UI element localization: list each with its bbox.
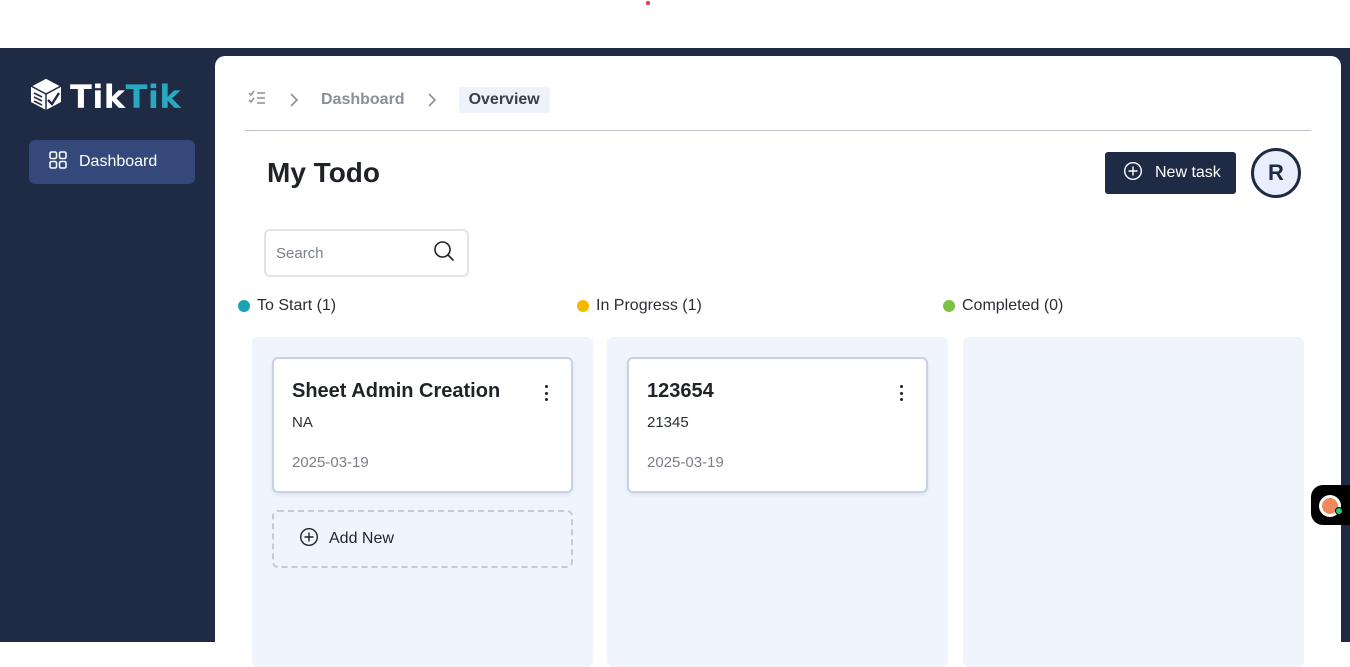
main-panel: Dashboard Overview My Todo New task R Se… (215, 56, 1341, 667)
search-box (264, 229, 469, 277)
task-card[interactable]: Sheet Admin Creation NA 2025-03-19 (272, 357, 573, 493)
cube-logo-icon (28, 76, 64, 117)
new-task-button[interactable]: New task (1105, 152, 1236, 194)
browser-top-strip (0, 0, 1350, 48)
sidebar: TikTik Dashboard (0, 48, 215, 642)
checklist-icon[interactable] (247, 89, 267, 112)
status-dot (577, 300, 589, 312)
sidebar-item-dashboard[interactable]: Dashboard (29, 140, 195, 184)
column-header-label: Completed (0) (962, 297, 1064, 314)
column-header-to-start: To Start (1) (238, 297, 336, 315)
column-completed (963, 337, 1304, 667)
column-header-completed: Completed (0) (943, 297, 1063, 315)
task-title: Sheet Admin Creation (292, 380, 501, 402)
search-icon[interactable] (433, 240, 455, 267)
more-vertical-icon[interactable] (543, 385, 549, 401)
plus-circle-icon (1123, 161, 1143, 186)
page-title: My Todo (267, 157, 381, 188)
column-to-start: Sheet Admin Creation NA 2025-03-19 Add N… (252, 337, 593, 667)
task-card[interactable]: 123654 21345 2025-03-19 (627, 357, 928, 493)
task-date: 2025-03-19 (292, 454, 369, 471)
status-dot (238, 300, 250, 312)
column-header-label: To Start (1) (257, 297, 337, 314)
task-description: NA (292, 414, 313, 431)
logo-text: TikTik (70, 77, 182, 116)
plus-circle-icon (299, 527, 319, 552)
online-status-icon (1335, 507, 1343, 515)
search-input[interactable] (276, 244, 433, 262)
app-shell: TikTik Dashboard Dashboard Overview My T… (0, 48, 1350, 667)
avatar[interactable]: R (1251, 148, 1301, 198)
status-dot (943, 300, 955, 312)
task-date: 2025-03-19 (647, 454, 724, 471)
task-description: 21345 (647, 414, 689, 431)
breadcrumb: Dashboard Overview (247, 86, 550, 114)
sidebar-item-label: Dashboard (79, 153, 158, 170)
more-vertical-icon[interactable] (898, 385, 904, 401)
add-new-label: Add New (329, 530, 394, 547)
red-dot-indicator (646, 1, 650, 5)
breadcrumb-overview: Overview (458, 87, 550, 113)
chat-widget-button[interactable] (1311, 485, 1350, 525)
column-header-label: In Progress (1) (596, 297, 702, 314)
grid-icon (49, 150, 67, 174)
column-header-in-progress: In Progress (1) (577, 297, 702, 315)
header-divider (245, 130, 1311, 131)
chevron-right-icon (427, 93, 437, 107)
task-title: 123654 (647, 380, 714, 402)
add-new-button[interactable]: Add New (272, 510, 573, 568)
new-task-label: New task (1155, 164, 1221, 181)
column-in-progress: 123654 21345 2025-03-19 (607, 337, 948, 667)
breadcrumb-dashboard[interactable]: Dashboard (321, 91, 405, 109)
chevron-right-icon (289, 93, 299, 107)
logo[interactable]: TikTik (28, 76, 181, 117)
